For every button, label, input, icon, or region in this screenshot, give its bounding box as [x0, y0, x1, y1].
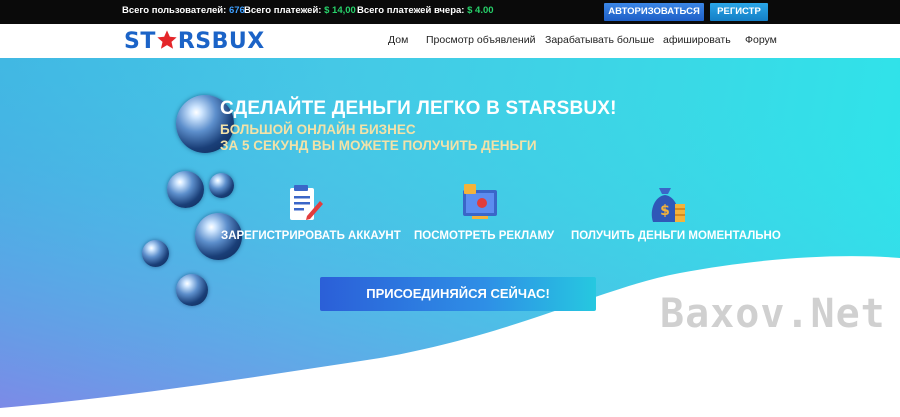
yesterday-payments-stat: Всего платежей вчера: $ 4.00 — [357, 5, 494, 16]
total-payments-value: $ 14,00 — [324, 5, 356, 16]
total-users-stat: Всего пользователей: 676 — [122, 5, 245, 16]
hero-headline: СДЕЛАЙТЕ ДЕНЬГИ ЛЕГКО В STARSBUX! — [220, 98, 617, 119]
register-form-icon — [290, 185, 323, 220]
money-bag-icon: $ — [651, 188, 685, 222]
hero-subtitle-1: БОЛЬШОЙ ОНЛАЙН БИЗНЕС — [220, 122, 416, 137]
star-logo-icon — [157, 30, 177, 49]
yesterday-payments-value: $ 4.00 — [467, 5, 494, 16]
decorative-bubble — [142, 240, 169, 267]
watermark-text: Baxov.Net — [660, 291, 886, 337]
total-users-value: 676 — [228, 5, 245, 16]
top-stats-bar: Всего пользователей: 676 Всего платежей:… — [0, 0, 900, 24]
decorative-bubble — [167, 171, 204, 208]
decorative-bubble — [209, 173, 234, 198]
register-button[interactable]: РЕГИСТР — [710, 3, 768, 21]
total-users-label: Всего пользователей: — [122, 5, 227, 16]
svg-text:$: $ — [660, 203, 670, 219]
nav-home[interactable]: Дом — [388, 34, 408, 46]
view-ads-icon — [463, 184, 497, 219]
decorative-bubble — [176, 274, 208, 306]
total-payments-label: Всего платежей: — [244, 5, 322, 16]
feature-label-get-money: ПОЛУЧИТЬ ДЕНЬГИ МОМЕНТАЛЬНО — [571, 230, 781, 242]
starsbux-logo[interactable]: ST RSBUX — [124, 29, 265, 54]
join-now-button[interactable]: ПРИСОЕДИНЯЙСЯ СЕЙЧАС! — [320, 277, 596, 311]
feature-label-register: ЗАРЕГИСТРИРОВАТЬ АККАУНТ — [221, 230, 401, 242]
hero-banner: СДЕЛАЙТЕ ДЕНЬГИ ЛЕГКО В STARSBUX! БОЛЬШО… — [0, 58, 900, 417]
feature-label-view-ads: ПОСМОТРЕТЬ РЕКЛАМУ — [414, 230, 555, 242]
nav-forum[interactable]: Форум — [745, 34, 777, 46]
total-payments-stat: Всего платежей: $ 14,00 — [244, 5, 356, 16]
yesterday-payments-label: Всего платежей вчера: — [357, 5, 465, 16]
nav-earn-more[interactable]: Зарабатывать больше — [545, 34, 654, 46]
main-navbar: ST RSBUX Дом Просмотр объявлений Зарабаты… — [0, 24, 900, 58]
nav-view-ads[interactable]: Просмотр объявлений — [426, 34, 535, 46]
hero-subtitle-2: ЗА 5 СЕКУНД ВЫ МОЖЕТЕ ПОЛУЧИТЬ ДЕНЬГИ — [220, 138, 537, 153]
login-button[interactable]: АВТОРИЗОВАТЬСЯ — [604, 3, 704, 21]
nav-advertise[interactable]: афишировать — [663, 34, 731, 46]
